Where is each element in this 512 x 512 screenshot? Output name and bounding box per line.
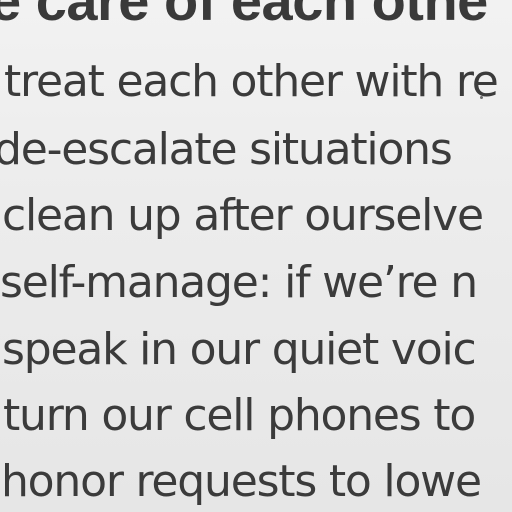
rule-line: speak in our quiet voic <box>2 324 477 375</box>
rule-line: self-manage: if we’re n <box>0 257 478 308</box>
rule-line: turn our cell phones to <box>3 390 476 441</box>
paper-speck <box>480 96 483 99</box>
rule-line: honor requests to lowe <box>1 456 482 507</box>
rule-line: de-escalate situations <box>0 124 453 175</box>
rule-line: clean up after ourselve <box>2 190 484 241</box>
rule-line: treat each other with re <box>4 56 499 107</box>
rules-list: treat each other with re de-escalate sit… <box>0 0 512 512</box>
sign-photo: e care of each othe treat each other wit… <box>0 0 512 512</box>
